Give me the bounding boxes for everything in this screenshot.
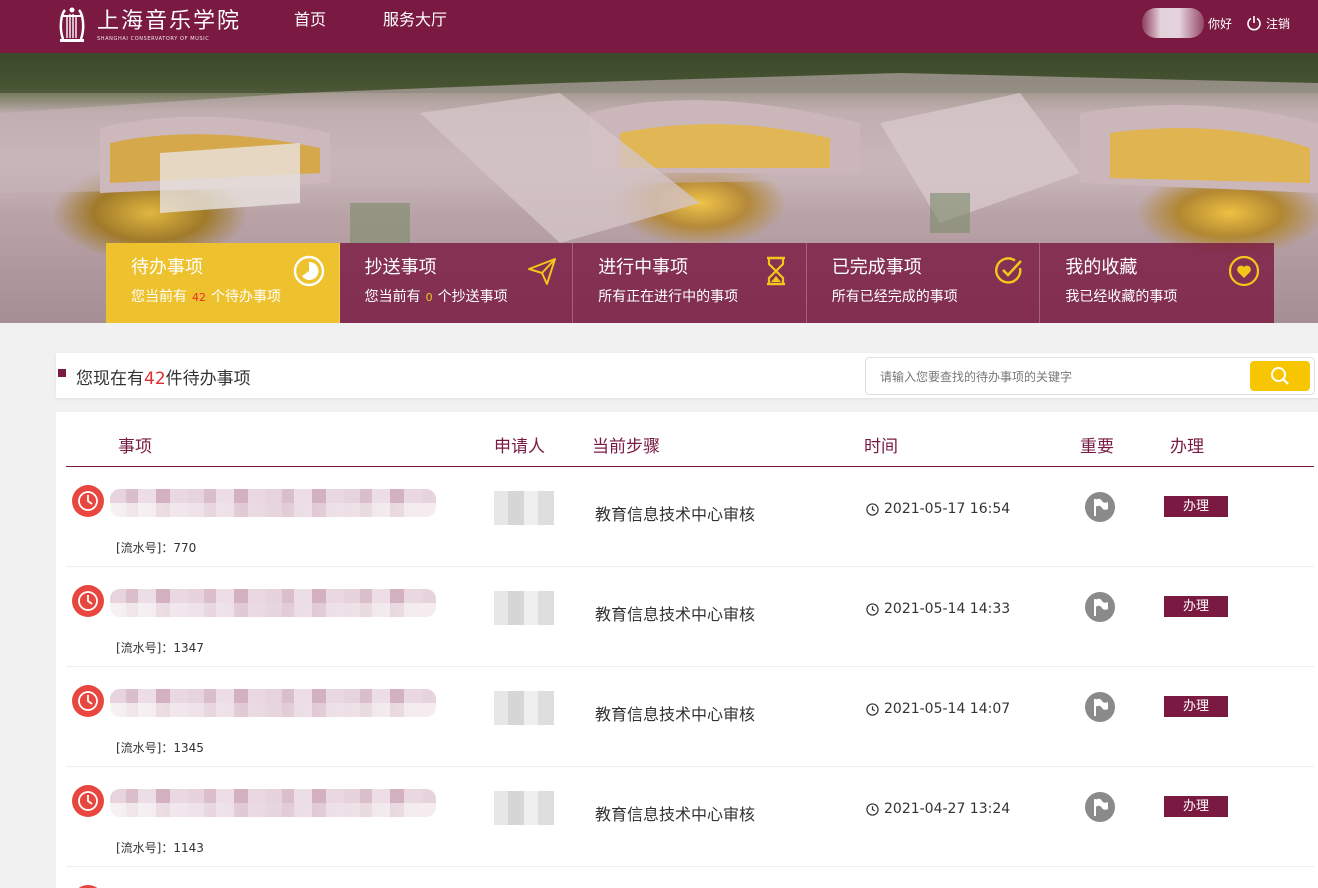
search-input[interactable] [880, 366, 1240, 388]
flag-icon[interactable] [1084, 791, 1116, 823]
pie-clock-icon [293, 255, 324, 287]
col-applicant: 申请人 [494, 437, 545, 457]
applicant-redacted [494, 791, 554, 825]
table-header: 事项 申请人 当前步骤 时间 重要 办理 [66, 412, 1314, 467]
current-step: 教育信息技术中心审核 [595, 805, 756, 824]
item-title-redacted[interactable] [110, 489, 436, 517]
submit-time: 2021-05-14 14:33 [866, 601, 1010, 617]
col-item: 事项 [118, 437, 152, 457]
item-title-redacted[interactable] [110, 589, 436, 617]
alarm-clock-icon [72, 685, 104, 717]
col-time: 时间 [864, 437, 898, 457]
search-button[interactable] [1250, 361, 1310, 391]
tile-cc[interactable]: 抄送事项 您当前有 0 个抄送事项 [339, 243, 574, 323]
flag-icon[interactable] [1084, 491, 1116, 523]
user-name-redacted [1141, 8, 1204, 38]
submit-time: 2021-04-27 13:24 [866, 801, 1010, 817]
col-current-step: 当前步骤 [592, 437, 660, 457]
tile-todo[interactable]: 待办事项 您当前有 42 个待办事项 [106, 243, 340, 323]
section-marker [58, 369, 66, 377]
table-row[interactable]: [流水号]：1347 教育信息技术中心审核 2021-05-14 14:33 办… [66, 567, 1314, 667]
user-area: 你好 注销 [1141, 8, 1290, 38]
tile-favorites[interactable]: 我的收藏 我已经收藏的事项 [1040, 243, 1274, 323]
item-title-redacted[interactable] [110, 789, 436, 817]
search-icon [1271, 367, 1289, 385]
col-action: 办理 [1170, 437, 1204, 457]
todo-count-bar: 您现在有42件待办事项 [56, 353, 1318, 398]
top-nav-bar: 上海音乐学院 SHANGHAI CONSERVATORY OF MUSIC 首页… [0, 0, 1318, 53]
table-row[interactable]: [流水号]：1345 教育信息技术中心审核 2021-05-14 14:07 办… [66, 667, 1314, 767]
nav-home[interactable]: 首页 [294, 0, 326, 44]
alarm-clock-icon [72, 785, 104, 817]
alarm-clock-icon [72, 585, 104, 617]
logo-english-name: SHANGHAI CONSERVATORY OF MUSIC [97, 36, 210, 42]
tile-in-progress-sub: 所有正在进行中的事项 [598, 289, 739, 305]
flag-icon[interactable] [1084, 691, 1116, 723]
alarm-clock-icon [72, 485, 104, 517]
serial-number: [流水号]：1347 [116, 641, 204, 655]
flag-icon[interactable] [1084, 591, 1116, 623]
todo-table: 事项 申请人 当前步骤 时间 重要 办理 [流水号]：770 教育信息技术中心审… [56, 412, 1318, 888]
submit-time: 2021-05-17 16:54 [866, 501, 1010, 517]
hourglass-icon [766, 256, 785, 286]
applicant-redacted [494, 591, 554, 625]
search-box [865, 357, 1315, 395]
check-circle-icon [995, 257, 1023, 284]
greeting-text: 你好 [1207, 16, 1232, 31]
handle-button[interactable]: 办理 [1164, 496, 1228, 517]
todo-count-heading: 您现在有42件待办事项 [76, 369, 251, 389]
cc-count: 0 [425, 291, 433, 304]
col-important: 重要 [1080, 437, 1114, 457]
nav-service-hall[interactable]: 服务大厅 [383, 0, 447, 44]
serial-number: [流水号]：770 [116, 541, 197, 555]
table-row[interactable]: [流水号]：1143 教育信息技术中心审核 2021-04-27 13:24 办… [66, 767, 1314, 867]
handle-button[interactable]: 办理 [1164, 796, 1228, 817]
serial-number: [流水号]：1345 [116, 741, 204, 755]
logout-label: 注销 [1265, 16, 1290, 31]
clock-icon [866, 802, 879, 816]
clock-icon [866, 702, 879, 716]
current-step: 教育信息技术中心审核 [595, 505, 756, 524]
lyre-logo-icon [59, 7, 85, 42]
handle-button[interactable]: 办理 [1164, 696, 1228, 717]
current-step: 教育信息技术中心审核 [595, 705, 756, 724]
tile-completed[interactable]: 已完成事项 所有已经完成的事项 [806, 243, 1041, 323]
campus-banner: 待办事项 您当前有 42 个待办事项 抄送事项 您当前有 0 个抄送事项 进行中事项 所… [0, 53, 1318, 323]
submit-time: 2021-05-14 14:07 [866, 701, 1010, 717]
clock-icon [866, 602, 879, 616]
school-logo[interactable]: 上海音乐学院 SHANGHAI CONSERVATORY OF MUSIC [55, 4, 241, 48]
current-step: 教育信息技术中心审核 [595, 605, 756, 624]
serial-number: [流水号]：1143 [116, 841, 204, 855]
tile-favorites-sub: 我已经收藏的事项 [1065, 289, 1178, 305]
applicant-redacted [494, 691, 554, 725]
table-row[interactable] [66, 867, 1314, 888]
applicant-redacted [494, 491, 554, 525]
paper-plane-icon [528, 258, 557, 285]
clock-icon [866, 502, 879, 516]
todo-count: 42 [192, 291, 206, 304]
power-icon [1247, 16, 1261, 31]
item-title-redacted[interactable] [110, 689, 436, 717]
logout-button[interactable]: 注销 [1246, 15, 1290, 32]
logo-chinese-name: 上海音乐学院 [97, 9, 242, 34]
tile-in-progress[interactable]: 进行中事项 所有正在进行中的事项 [573, 243, 807, 323]
main-nav: 首页 服务大厅 [294, 0, 447, 44]
tile-completed-sub: 所有已经完成的事项 [831, 289, 958, 305]
task-category-tiles: 待办事项 您当前有 42 个待办事项 抄送事项 您当前有 0 个抄送事项 进行中事项 所… [106, 243, 1274, 323]
handle-button[interactable]: 办理 [1164, 596, 1228, 617]
table-row[interactable]: [流水号]：770 教育信息技术中心审核 2021-05-17 16:54 办理 [66, 467, 1314, 567]
heart-circle-icon [1228, 255, 1260, 287]
